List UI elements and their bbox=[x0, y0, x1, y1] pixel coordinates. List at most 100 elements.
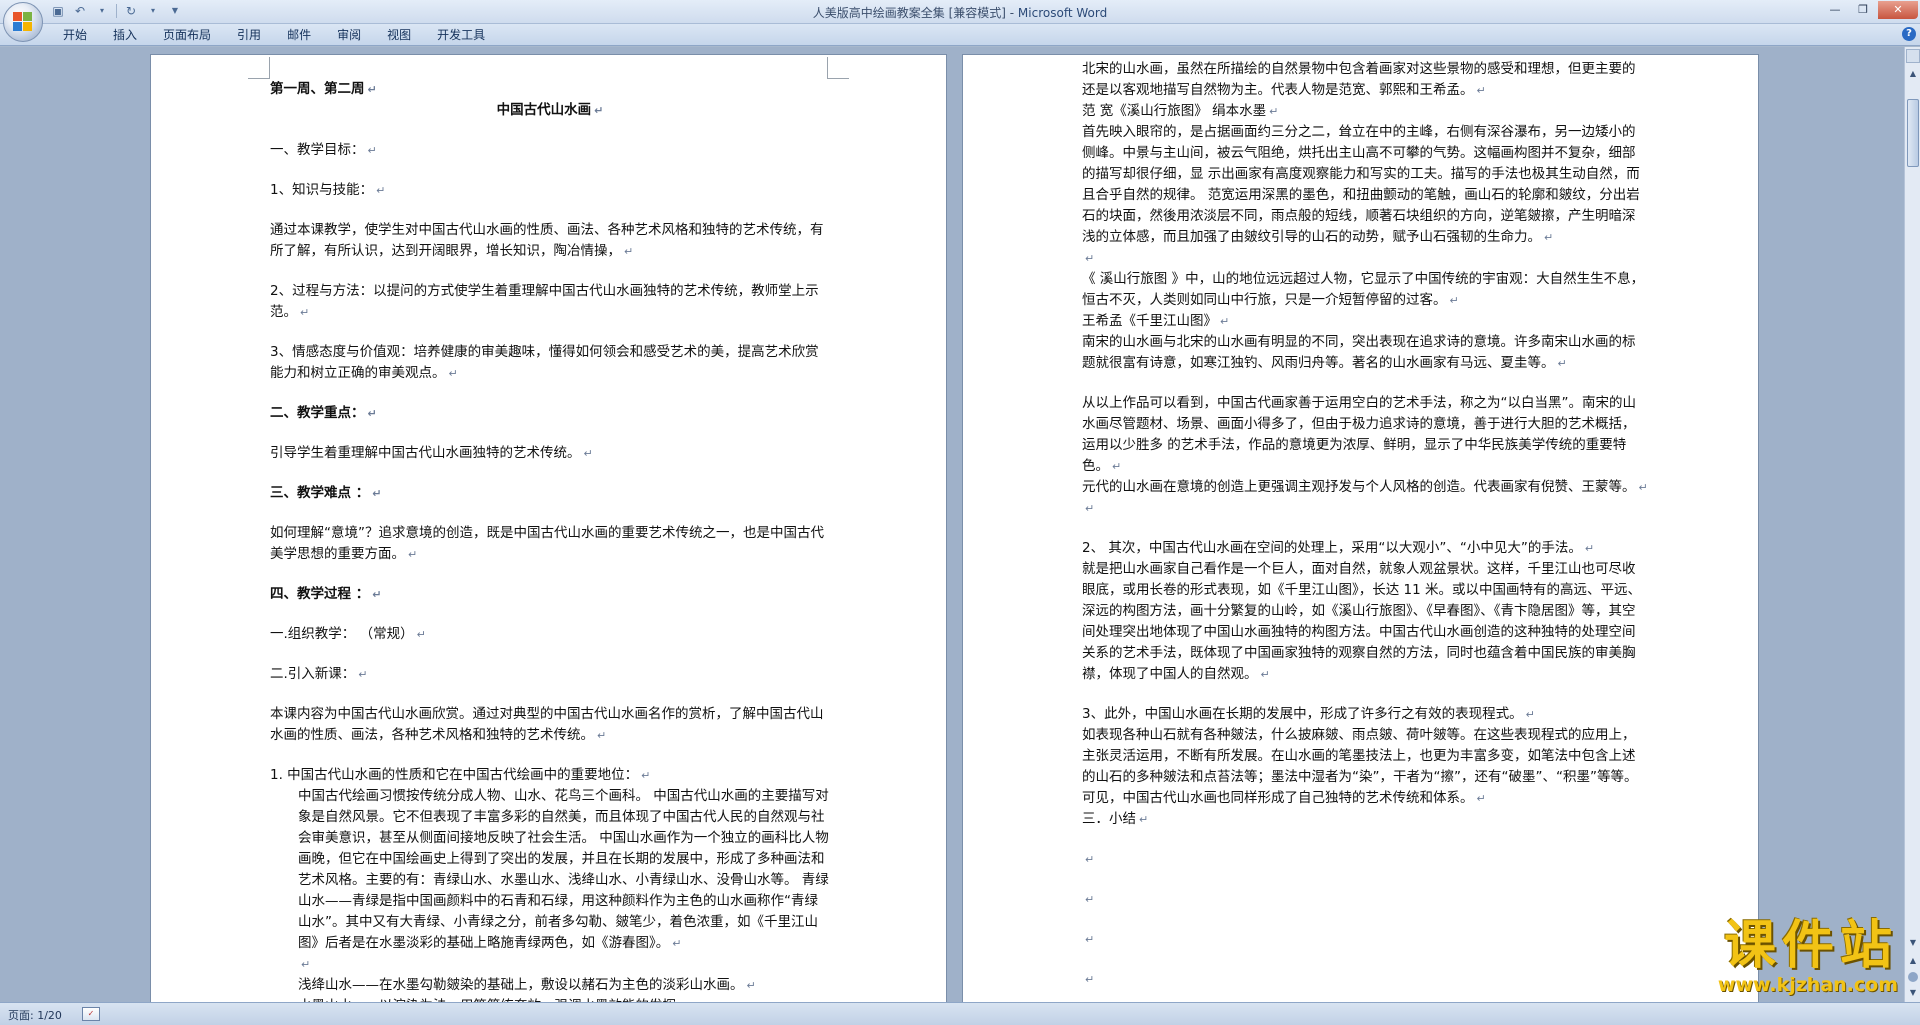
scroll-down-icon[interactable]: ▼ bbox=[1906, 936, 1920, 950]
paragraph[interactable]: 北宋的山水画，虽然在所描绘的自然景物中包含着画家对这些景物的感受和理想，但更主要… bbox=[1082, 59, 1648, 101]
paragraph[interactable] bbox=[1082, 519, 1648, 538]
paragraph[interactable]: ↵ bbox=[270, 954, 830, 975]
paragraph[interactable] bbox=[270, 424, 830, 443]
paragraph-text: 中国古代绘画习惯按传统分成人物、山水、花鸟三个画科。 中国古代山水画的主要描写对… bbox=[298, 788, 829, 951]
help-icon[interactable]: ? bbox=[1902, 27, 1916, 41]
watermark-url: www.kjzhan.com bbox=[1717, 974, 1898, 996]
paragraph-text: 首先映入眼帘的，是占据画面约三分之二，耸立在中的主峰，右侧有深谷瀑布，另一边矮小… bbox=[1082, 124, 1640, 245]
paragraph[interactable] bbox=[270, 746, 830, 765]
paragraph[interactable]: 2、过程与方法：以提问的方式使学生着重理解中国古代山水画独特的艺术传统，教师堂上… bbox=[270, 281, 830, 323]
select-browse-object-icon[interactable] bbox=[1908, 972, 1918, 982]
paragraph[interactable] bbox=[270, 201, 830, 220]
paragraph[interactable]: 3、此外，中国山水画在长期的发展中，形成了许多行之有效的表现程式。 ↵ bbox=[1082, 704, 1648, 725]
vertical-scrollbar[interactable]: ▲ ▼ ▲ ▼ bbox=[1904, 47, 1920, 1002]
paragraph[interactable]: 王希孟《千里江山图》 ↵ bbox=[1082, 311, 1648, 332]
paragraph[interactable]: 2、 其次，中国古代山水画在空间的处理上，采用“以大观小”、“小中见大”的手法。… bbox=[1082, 538, 1648, 559]
paragraph[interactable]: ↵ bbox=[1082, 498, 1648, 519]
paragraph[interactable] bbox=[270, 262, 830, 281]
tab-insert[interactable]: 插入 bbox=[100, 27, 150, 43]
paragraph[interactable]: 二、教学重点： ↵ bbox=[270, 403, 830, 424]
paragraph[interactable] bbox=[270, 121, 830, 140]
page-1-text[interactable]: 第一周、第二周 ↵ 中国古代山水画 ↵ 一、教学目标： ↵ 1、知识与技能： ↵ 通过本课教学，… bbox=[270, 79, 830, 1002]
paragraph[interactable]: 《 溪山行旅图 》中，山的地位远远超过人物，它显示了中国传统的宇宙观：大自然生生… bbox=[1082, 269, 1648, 311]
paragraph[interactable]: 通过本课教学，使学生对中国古代山水画的性质、画法、各种艺术风格和独特的艺术传统，… bbox=[270, 220, 830, 262]
paragraph[interactable]: 中国古代山水画 ↵ bbox=[270, 100, 830, 121]
tab-mailings[interactable]: 邮件 bbox=[274, 27, 324, 43]
proofing-icon[interactable]: ✓ bbox=[82, 1007, 100, 1021]
paragraph[interactable] bbox=[1082, 910, 1648, 929]
paragraph-text: 范 宽《溪山行旅图》 绢本水墨 bbox=[1082, 103, 1267, 119]
paragraph[interactable]: 引导学生着重理解中国古代山水画独特的艺术传统。 ↵ bbox=[270, 443, 830, 464]
scroll-up-icon[interactable]: ▲ bbox=[1906, 67, 1920, 81]
paragraph[interactable]: 3、情感态度与价值观：培养健康的审美趣味，懂得如何领会和感受艺术的美，提高艺术欣… bbox=[270, 342, 830, 384]
paragraph[interactable]: ↵ bbox=[1082, 248, 1648, 269]
paragraph[interactable]: 中国古代绘画习惯按传统分成人物、山水、花鸟三个画科。 中国古代山水画的主要描写对… bbox=[270, 786, 830, 954]
page-count[interactable]: 页面: 1/20 bbox=[8, 1007, 62, 1023]
minimize-icon[interactable]: — bbox=[1822, 1, 1848, 19]
paragraph[interactable] bbox=[270, 685, 830, 704]
previous-page-icon[interactable]: ▲ bbox=[1906, 954, 1920, 968]
paragraph[interactable]: ↵ bbox=[1082, 849, 1648, 870]
tab-page-layout[interactable]: 页面布局 bbox=[150, 27, 224, 43]
paragraph[interactable]: 元代的山水画在意境的创造上更强调主观抒发与个人风格的创造。代表画家有倪赞、王蒙等… bbox=[1082, 477, 1648, 498]
paragraph[interactable] bbox=[1082, 685, 1648, 704]
view-ruler-icon[interactable] bbox=[1906, 49, 1920, 63]
document-area[interactable]: 第一周、第二周 ↵ 中国古代山水画 ↵ 一、教学目标： ↵ 1、知识与技能： ↵ 通过本课教学，… bbox=[0, 47, 1904, 1002]
paragraph[interactable] bbox=[270, 645, 830, 664]
tab-home[interactable]: 开始 bbox=[50, 27, 100, 43]
paragraph[interactable] bbox=[270, 323, 830, 342]
paragraph-mark-icon: ↵ bbox=[300, 306, 310, 319]
paragraph[interactable] bbox=[1082, 870, 1648, 889]
paragraph[interactable]: 1、知识与技能： ↵ bbox=[270, 180, 830, 201]
paragraph[interactable]: 1. 中国古代山水画的性质和它在中国古代绘画中的重要地位： ↵ bbox=[270, 765, 830, 786]
paragraph-mark-icon: ↵ bbox=[1476, 84, 1486, 97]
paragraph[interactable]: 范 宽《溪山行旅图》 绢本水墨 ↵ bbox=[1082, 101, 1648, 122]
paragraph[interactable]: 如何理解“意境”？追求意境的创造，既是中国古代山水画的重要艺术传统之一，也是中国… bbox=[270, 523, 830, 565]
paragraph-mark-icon: ↵ bbox=[367, 144, 377, 157]
paragraph[interactable]: ↵ bbox=[1082, 929, 1648, 950]
paragraph[interactable]: 如表现各种山石就有各种皴法，什么披麻皴、雨点皴、荷叶皴等。在这些表现程式的应用上… bbox=[1082, 725, 1648, 809]
paragraph[interactable]: ↵ bbox=[1082, 969, 1648, 990]
paragraph[interactable] bbox=[270, 464, 830, 483]
paragraph[interactable]: 浅绛山水——在水墨勾勒皴染的基础上，敷设以赭石为主色的淡彩山水画。 ↵ bbox=[270, 975, 830, 996]
scrollbar-thumb[interactable] bbox=[1907, 99, 1919, 167]
paragraph[interactable]: 一.组织教学： （常规） ↵ bbox=[270, 624, 830, 645]
paragraph[interactable]: 南宋的山水画与北宋的山水画有明显的不同，突出表现在追求诗的意境。许多南宋山水画的… bbox=[1082, 332, 1648, 374]
document-page-2[interactable]: 北宋的山水画，虽然在所描绘的自然景物中包含着画家对这些景物的感受和理想，但更主要… bbox=[963, 55, 1758, 1002]
next-page-icon[interactable]: ▼ bbox=[1906, 986, 1920, 1000]
paragraph[interactable]: 从以上作品可以看到，中国古代画家善于运用空白的艺术手法，称之为“以白当黑”。南宋… bbox=[1082, 393, 1648, 477]
paragraph[interactable]: 一、教学目标： ↵ bbox=[270, 140, 830, 161]
paragraph[interactable]: 本课内容为中国古代山水画欣赏。通过对典型的中国古代山水画名作的赏析，了解中国古代… bbox=[270, 704, 830, 746]
tab-review[interactable]: 审阅 bbox=[324, 27, 374, 43]
close-icon[interactable]: ✕ bbox=[1878, 1, 1918, 19]
paragraph[interactable]: 四、教学过程 ： ↵ bbox=[270, 584, 830, 605]
paragraph[interactable]: 第一周、第二周 ↵ bbox=[270, 79, 830, 100]
page-2-text[interactable]: 北宋的山水画，虽然在所描绘的自然景物中包含着画家对这些景物的感受和理想，但更主要… bbox=[1082, 59, 1648, 990]
paragraph[interactable] bbox=[270, 504, 830, 523]
paragraph[interactable]: 首先映入眼帘的，是占据画面约三分之二，耸立在中的主峰，右侧有深谷瀑布，另一边矮小… bbox=[1082, 122, 1648, 248]
restore-icon[interactable]: ❐ bbox=[1850, 1, 1876, 19]
tab-view[interactable]: 视图 bbox=[374, 27, 424, 43]
paragraph[interactable]: ↵ bbox=[1082, 889, 1648, 910]
office-button[interactable] bbox=[3, 2, 43, 42]
paragraph[interactable] bbox=[1082, 830, 1648, 849]
paragraph[interactable]: 就是把山水画家自己看作是一个巨人，面对自然，就象人观盆景状。这样，千里江山也可尽… bbox=[1082, 559, 1648, 685]
paragraph[interactable] bbox=[1082, 950, 1648, 969]
paragraph[interactable] bbox=[1082, 374, 1648, 393]
tab-developer[interactable]: 开发工具 bbox=[424, 27, 498, 43]
paragraph[interactable] bbox=[270, 384, 830, 403]
paragraph[interactable]: 二.引入新课： ↵ bbox=[270, 664, 830, 685]
paragraph[interactable] bbox=[270, 565, 830, 584]
title-bar: ▣ ↶ ▾ ↻ ▾ ▼ 人美版高中绘画教案全集 [兼容模式] - Microso… bbox=[0, 0, 1920, 24]
paragraph-mark-icon: ↵ bbox=[1085, 933, 1095, 946]
tab-references[interactable]: 引用 bbox=[224, 27, 274, 43]
paragraph[interactable]: 三、教学难点 ： ↵ bbox=[270, 483, 830, 504]
document-title: 人美版高中绘画教案全集 [兼容模式] - bbox=[812, 6, 1018, 20]
paragraph[interactable] bbox=[270, 161, 830, 180]
paragraph[interactable] bbox=[270, 605, 830, 624]
document-page-1[interactable]: 第一周、第二周 ↵ 中国古代山水画 ↵ 一、教学目标： ↵ 1、知识与技能： ↵ 通过本课教学，… bbox=[151, 55, 946, 1002]
paragraph-text: 1、知识与技能： bbox=[270, 182, 374, 198]
paragraph[interactable]: 三．小结 ↵ bbox=[1082, 809, 1648, 830]
paragraph-mark-icon: ↵ bbox=[416, 628, 426, 641]
paragraph-mark-icon: ↵ bbox=[367, 83, 377, 96]
